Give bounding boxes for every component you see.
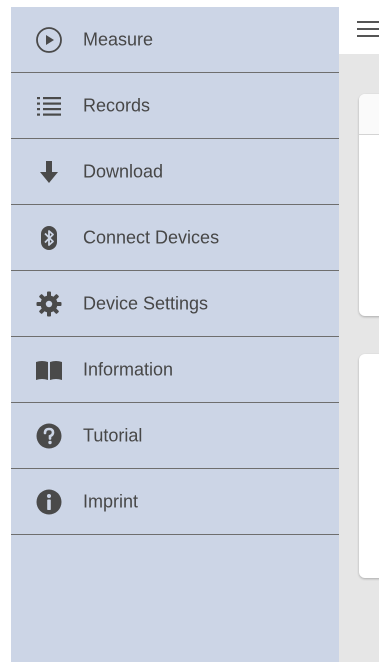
info-icon [35, 488, 63, 516]
nav-label-information: Information [83, 359, 174, 379]
nav-item-records[interactable]: Records [11, 73, 339, 139]
menu-icon[interactable] [357, 20, 379, 38]
main-content [339, 8, 379, 662]
bluetooth-icon [35, 224, 63, 252]
nav-label-device-settings: Device Settings [83, 293, 209, 313]
nav-item-download[interactable]: Download [11, 139, 339, 205]
navigation-drawer: Measure Records Download Connect Devices… [11, 7, 339, 662]
nav-label-connect-devices: Connect Devices [83, 227, 220, 247]
nav-item-imprint[interactable]: Imprint [11, 469, 339, 535]
nav-label-download: Download [83, 161, 164, 181]
question-icon [35, 422, 63, 450]
content-card[interactable] [359, 94, 379, 316]
nav-item-tutorial[interactable]: Tutorial [11, 403, 339, 469]
book-icon [35, 356, 63, 384]
nav-label-tutorial: Tutorial [83, 425, 143, 445]
content-card[interactable] [359, 354, 379, 578]
nav-item-device-settings[interactable]: Device Settings [11, 271, 339, 337]
nav-item-information[interactable]: Information [11, 337, 339, 403]
nav-item-measure[interactable]: Measure [11, 7, 339, 73]
card-header [359, 94, 379, 135]
gear-icon [35, 290, 63, 318]
nav-label-imprint: Imprint [83, 491, 139, 511]
list-icon [35, 92, 63, 120]
play-circle-icon [35, 26, 63, 54]
app-bar [339, 8, 379, 54]
nav-item-connect-devices[interactable]: Connect Devices [11, 205, 339, 271]
nav-label-records: Records [83, 95, 151, 115]
arrow-down-icon [35, 158, 63, 186]
app-screen: Measure Records Download Connect Devices… [0, 0, 379, 662]
nav-label-measure: Measure [83, 29, 154, 49]
